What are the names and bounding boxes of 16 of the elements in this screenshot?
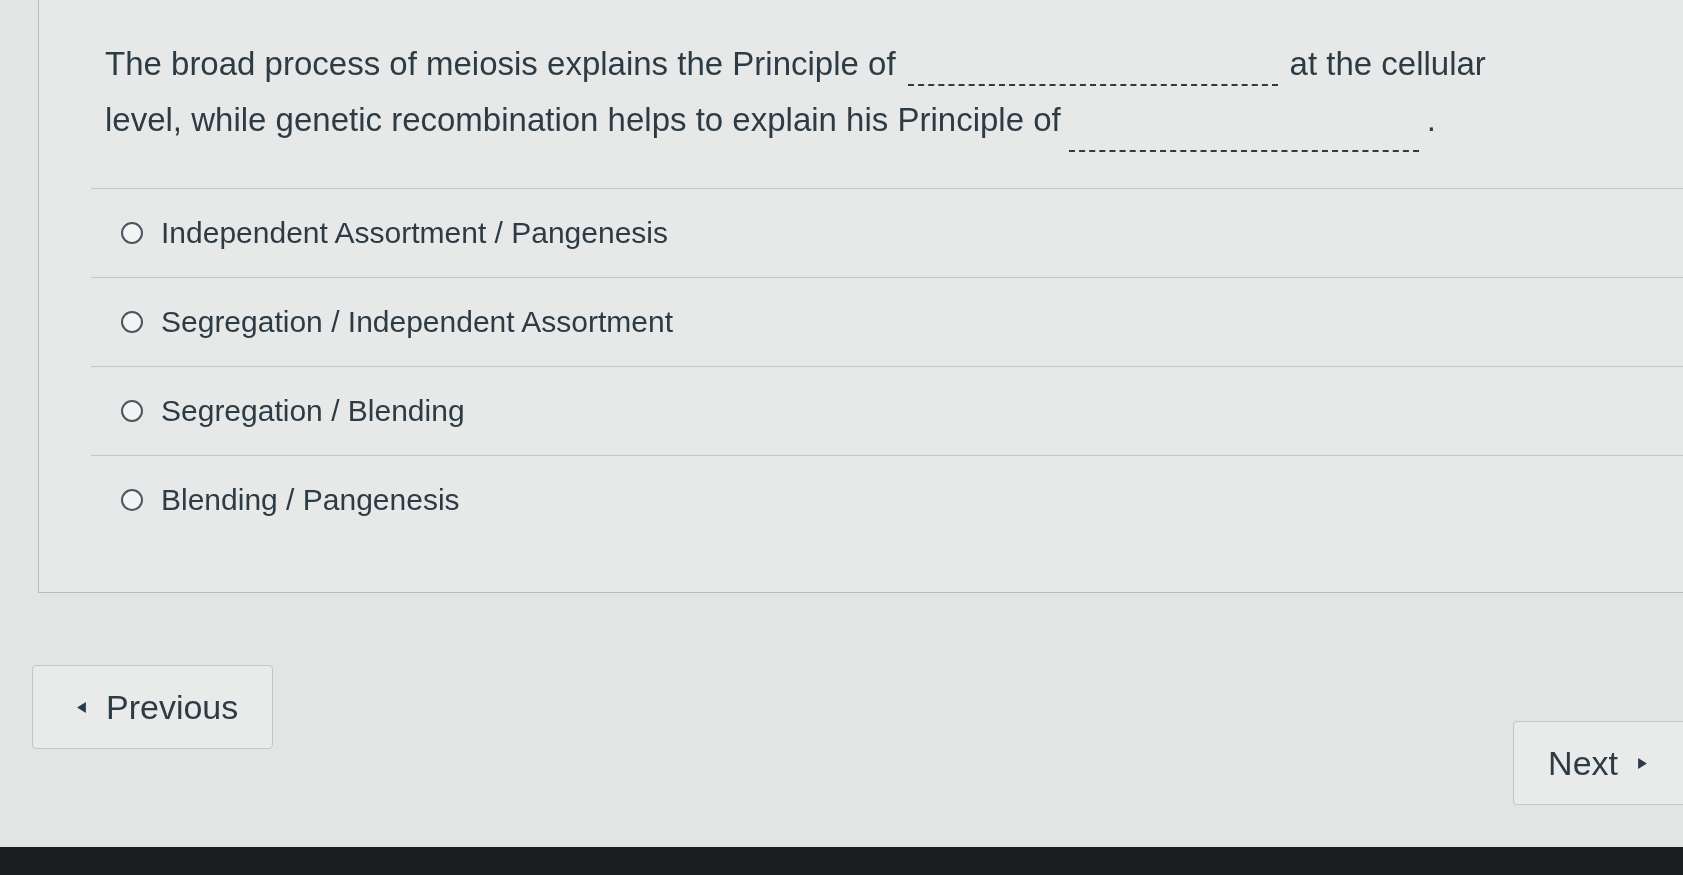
- caret-left-icon: [77, 701, 86, 713]
- radio-button[interactable]: [121, 222, 143, 244]
- caret-right-icon: [1638, 757, 1647, 769]
- previous-button[interactable]: Previous: [32, 665, 274, 749]
- question-text: level, while genetic recombination helps to explain his Principle of: [105, 100, 1061, 140]
- answer-option-label[interactable]: Segregation / Independent Assortment: [161, 305, 674, 339]
- answer-option-label[interactable]: Independent Assortment / Pangenesis: [161, 216, 668, 250]
- radio-button[interactable]: [121, 311, 143, 333]
- radio-button[interactable]: [121, 489, 143, 511]
- next-button[interactable]: Next: [1513, 721, 1683, 805]
- question-text: The broad process of meiosis explains the Principle of: [105, 44, 896, 84]
- answer-option-label[interactable]: Blending / Pangenesis: [161, 483, 460, 517]
- question-text: at the cellular: [1289, 44, 1486, 84]
- question-text: .: [1426, 100, 1436, 140]
- radio-button[interactable]: [121, 400, 143, 422]
- answer-option-label[interactable]: Segregation / Blending: [161, 394, 465, 428]
